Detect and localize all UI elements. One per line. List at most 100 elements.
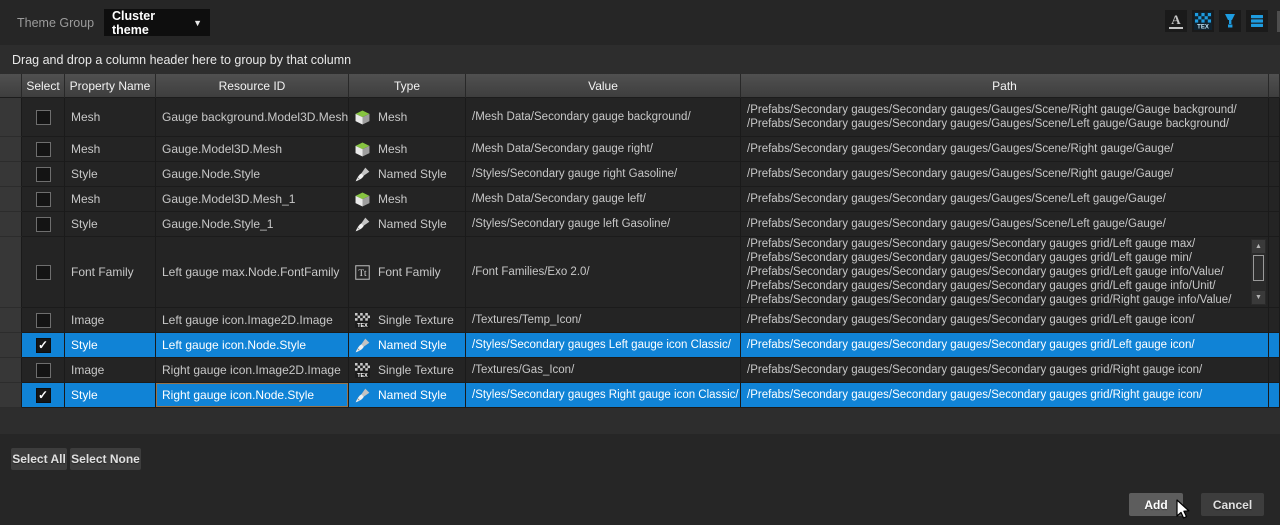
row-indicator bbox=[0, 98, 22, 137]
table-row[interactable]: Style Right gauge icon.Node.Style Named … bbox=[0, 383, 1280, 408]
cell-property-name: Style bbox=[65, 162, 156, 187]
table-row[interactable]: Style Gauge.Node.Style Named Style /Styl… bbox=[0, 162, 1280, 187]
cell-value: /Textures/Temp_Icon/ bbox=[466, 308, 741, 333]
cell-resource-id: Left gauge max.Node.FontFamily bbox=[156, 237, 349, 308]
mesh-icon bbox=[355, 142, 370, 157]
row-stub bbox=[1269, 162, 1280, 187]
group-by-hint-text: Drag and drop a column header here to gr… bbox=[12, 52, 352, 67]
row-select-cell bbox=[22, 162, 65, 187]
cell-resource-id: Gauge background.Model3D.Mesh bbox=[156, 98, 349, 137]
row-checkbox[interactable] bbox=[35, 387, 51, 403]
scroll-down-icon[interactable]: ▼ bbox=[1252, 291, 1265, 304]
table-row[interactable]: Style Left gauge icon.Node.Style Named S… bbox=[0, 333, 1280, 358]
row-checkbox[interactable] bbox=[35, 166, 51, 182]
cell-path: /Prefabs/Secondary gauges/Secondary gaug… bbox=[741, 137, 1269, 162]
row-checkbox[interactable] bbox=[35, 191, 51, 207]
table-row[interactable]: Mesh Gauge background.Model3D.Mesh Mesh … bbox=[0, 98, 1280, 137]
cell-path: /Prefabs/Secondary gauges/Secondary gaug… bbox=[741, 358, 1269, 383]
theme-group-label: Theme Group bbox=[17, 16, 95, 30]
texture-icon[interactable]: TEX bbox=[1192, 10, 1214, 32]
row-stub bbox=[1269, 358, 1280, 383]
cell-path: /Prefabs/Secondary gauges/Secondary gaug… bbox=[741, 308, 1269, 333]
cell-resource-id: Right gauge icon.Image2D.Image bbox=[156, 358, 349, 383]
column-header-type[interactable]: Type bbox=[349, 74, 466, 98]
cell-value: /Font Families/Exo 2.0/ bbox=[466, 237, 741, 308]
row-indicator bbox=[0, 358, 22, 383]
row-indicator bbox=[0, 187, 22, 212]
cell-property-name: Image bbox=[65, 308, 156, 333]
row-checkbox[interactable] bbox=[35, 312, 51, 328]
row-indicator bbox=[0, 383, 22, 408]
cell-type: Named Style bbox=[349, 383, 466, 408]
toolbar: Theme Group Cluster theme ▼ A TEX bbox=[0, 0, 1280, 45]
cell-resource-id: Left gauge icon.Image2D.Image bbox=[156, 308, 349, 333]
row-indicator bbox=[0, 212, 22, 237]
font-family-icon: Tt bbox=[355, 264, 370, 280]
cell-path: /Prefabs/Secondary gauges/Secondary gaug… bbox=[741, 162, 1269, 187]
column-header-property-name[interactable]: Property Name bbox=[65, 74, 156, 98]
column-header-value[interactable]: Value bbox=[466, 74, 741, 98]
cell-type: TEX Single Texture bbox=[349, 358, 466, 383]
group-by-drop-zone[interactable]: Drag and drop a column header here to gr… bbox=[0, 45, 1280, 74]
cell-property-name: Mesh bbox=[65, 137, 156, 162]
row-checkbox[interactable] bbox=[35, 362, 51, 378]
cell-path: /Prefabs/Secondary gauges/Secondary gaug… bbox=[741, 98, 1269, 137]
cell-type: Named Style bbox=[349, 333, 466, 358]
cell-type: Mesh bbox=[349, 187, 466, 212]
row-stub bbox=[1269, 333, 1280, 358]
cell-value: /Styles/Secondary gauges Left gauge icon… bbox=[466, 333, 741, 358]
table-header-row: Select Property Name Resource ID Type Value P… bbox=[0, 74, 1280, 98]
header-indicator bbox=[0, 74, 22, 98]
cell-resource-id: Gauge.Node.Style bbox=[156, 162, 349, 187]
row-checkbox[interactable] bbox=[35, 337, 51, 353]
row-select-cell bbox=[22, 187, 65, 212]
table-row[interactable]: Image Right gauge icon.Image2D.Image TEX… bbox=[0, 358, 1280, 383]
row-checkbox[interactable] bbox=[35, 264, 51, 280]
cell-value: /Styles/Secondary gauges Right gauge ico… bbox=[466, 383, 741, 408]
table-row[interactable]: Image Left gauge icon.Image2D.Image TEX … bbox=[0, 308, 1280, 333]
select-none-button[interactable]: Select None bbox=[70, 448, 141, 470]
mesh-icon bbox=[355, 192, 370, 207]
cancel-button[interactable]: Cancel bbox=[1201, 493, 1264, 516]
table-row[interactable]: Mesh Gauge.Model3D.Mesh_1 Mesh /Mesh Dat… bbox=[0, 187, 1280, 212]
named-style-icon bbox=[355, 388, 370, 403]
table-row[interactable]: Mesh Gauge.Model3D.Mesh Mesh /Mesh Data/… bbox=[0, 137, 1280, 162]
scroll-up-icon[interactable]: ▲ bbox=[1252, 240, 1265, 253]
toolbar-icon-group: A TEX bbox=[1165, 10, 1268, 32]
single-texture-icon: TEX bbox=[355, 312, 370, 328]
scroll-thumb[interactable] bbox=[1253, 255, 1264, 281]
font-icon[interactable]: A bbox=[1165, 10, 1187, 32]
cell-value: /Textures/Gas_Icon/ bbox=[466, 358, 741, 383]
table-row[interactable]: Font Family Left gauge max.Node.FontFami… bbox=[0, 237, 1280, 308]
row-indicator bbox=[0, 333, 22, 358]
column-header-path[interactable]: Path bbox=[741, 74, 1269, 98]
row-checkbox[interactable] bbox=[35, 216, 51, 232]
cell-property-name: Style bbox=[65, 212, 156, 237]
row-select-cell bbox=[22, 358, 65, 383]
cell-resource-id: Right gauge icon.Node.Style bbox=[156, 383, 349, 408]
named-style-icon bbox=[355, 338, 370, 353]
row-indicator bbox=[0, 162, 22, 187]
column-header-resource-id[interactable]: Resource ID bbox=[156, 74, 349, 98]
row-stub bbox=[1269, 383, 1280, 408]
cell-resource-id: Gauge.Node.Style_1 bbox=[156, 212, 349, 237]
header-stub bbox=[1269, 74, 1280, 98]
list-icon[interactable] bbox=[1246, 10, 1268, 32]
theme-dropdown[interactable]: Cluster theme ▼ bbox=[104, 9, 210, 37]
cell-type: Named Style bbox=[349, 212, 466, 237]
row-checkbox[interactable] bbox=[35, 109, 51, 125]
row-stub bbox=[1269, 212, 1280, 237]
resource-table: Mesh Gauge background.Model3D.Mesh Mesh … bbox=[0, 98, 1280, 408]
cell-type: Tt Font Family bbox=[349, 237, 466, 308]
cell-property-name: Style bbox=[65, 383, 156, 408]
row-checkbox[interactable] bbox=[35, 141, 51, 157]
table-row[interactable]: Style Gauge.Node.Style_1 Named Style /St… bbox=[0, 212, 1280, 237]
add-button[interactable]: Add bbox=[1129, 493, 1183, 516]
mesh-icon bbox=[355, 110, 370, 125]
column-header-select[interactable]: Select bbox=[22, 74, 65, 98]
brush-icon[interactable] bbox=[1219, 10, 1241, 32]
cell-property-name: Style bbox=[65, 333, 156, 358]
cell-type: Mesh bbox=[349, 137, 466, 162]
path-cell-scrollbar[interactable]: ▲ ▼ bbox=[1251, 239, 1266, 305]
select-all-button[interactable]: Select All bbox=[11, 448, 67, 470]
